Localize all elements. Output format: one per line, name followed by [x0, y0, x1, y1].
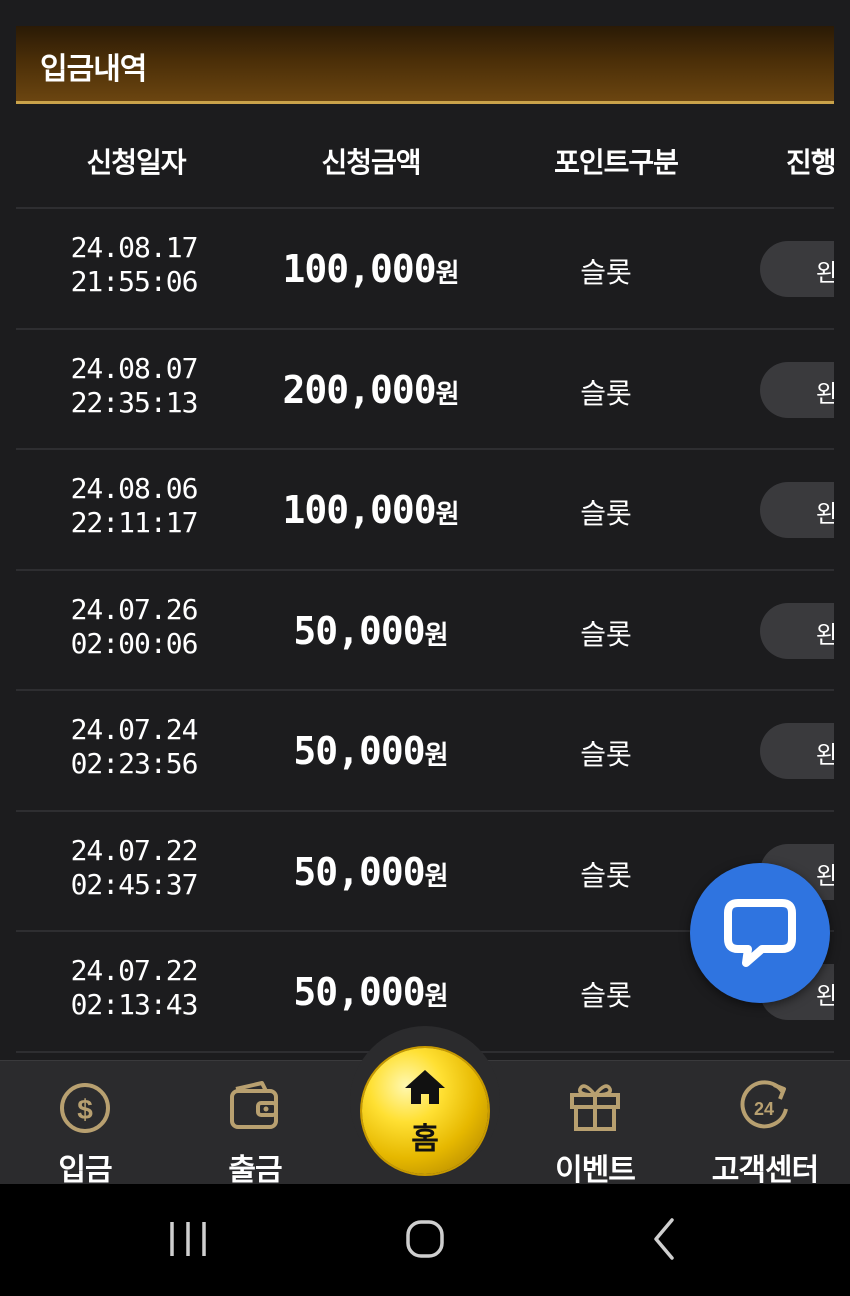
section-header: 입금내역	[16, 26, 834, 104]
request-amount: 50,000원	[293, 608, 449, 653]
point-type: 슬롯	[580, 738, 632, 771]
column-header-point-type: 포인트구분	[554, 146, 679, 179]
wallet-icon	[230, 1081, 278, 1129]
nav-event[interactable]: 이벤트	[510, 1061, 680, 1188]
status-badge: 완	[760, 361, 834, 418]
home-label: 홈	[411, 1122, 439, 1157]
point-type: 슬롯	[580, 497, 632, 530]
chat-button[interactable]	[690, 863, 830, 1003]
table-row[interactable]: 24.08.06 22:11:17 100,000원 슬롯 완	[16, 450, 834, 571]
request-date: 24.07.24 02:23:56	[70, 713, 199, 780]
section-title: 입금내역	[40, 52, 147, 87]
request-date: 24.07.22 02:45:37	[70, 833, 199, 901]
page: 입금내역 신청일자 신청금액 포인트구분 진행 24.08.17 21:55:06…	[0, 0, 850, 1296]
request-date: 24.08.17 21:55:06	[70, 231, 199, 298]
home-circle-icon[interactable]	[395, 1184, 455, 1296]
nav-event-label: 이벤트	[555, 1153, 636, 1188]
home-button[interactable]: 홈	[362, 1048, 488, 1174]
back-chevron-icon[interactable]	[636, 1184, 696, 1296]
request-date: 24.08.06 22:11:17	[70, 472, 199, 539]
nav-deposit-label: 입금	[58, 1153, 112, 1188]
point-type: 슬롯	[580, 376, 632, 410]
request-amount: 100,000원	[282, 247, 460, 291]
svg-text:$: $	[77, 1094, 93, 1125]
house-icon	[405, 1070, 445, 1104]
table-row[interactable]: 24.07.24 02:23:56 50,000원 슬롯 완	[16, 691, 834, 812]
point-type: 슬롯	[580, 858, 632, 892]
nav-withdraw-label: 출금	[228, 1153, 282, 1188]
dollar-coin-icon: $	[60, 1083, 110, 1133]
gift-icon	[570, 1084, 620, 1131]
point-type: 슬롯	[580, 256, 632, 289]
recents-icon[interactable]	[160, 1184, 220, 1296]
request-date: 24.07.26 02:00:06	[70, 592, 199, 660]
nav-deposit[interactable]: $ 입금	[0, 1061, 170, 1188]
request-amount: 50,000원	[293, 729, 449, 773]
point-type: 슬롯	[580, 979, 632, 1012]
request-amount: 200,000원	[282, 367, 460, 412]
chat-bubble-icon	[724, 899, 796, 967]
system-navigation-bar	[0, 1184, 850, 1296]
table-row[interactable]: 24.08.17 21:55:06 100,000원 슬롯 완	[16, 209, 834, 330]
point-type: 슬롯	[580, 617, 632, 651]
24h-support-icon: 24	[740, 1080, 788, 1129]
svg-text:24: 24	[754, 1099, 774, 1119]
nav-support-label: 고객센터	[711, 1153, 819, 1188]
request-amount: 100,000원	[282, 488, 460, 532]
column-header-date: 신청일자	[86, 146, 186, 179]
table-header: 신청일자 신청금액 포인트구분 진행	[16, 107, 834, 209]
nav-support[interactable]: 24 고객센터	[680, 1061, 850, 1188]
nav-withdraw[interactable]: 출금	[170, 1061, 340, 1188]
table-row[interactable]: 24.07.26 02:00:06 50,000원 슬롯 완	[16, 571, 834, 691]
table-row[interactable]: 24.08.07 22:35:13 200,000원 슬롯 완	[16, 330, 834, 450]
request-date: 24.07.22 02:13:43	[70, 954, 199, 1021]
status-badge: 완	[760, 482, 834, 538]
column-header-status: 진행	[786, 146, 834, 179]
status-badge: 완	[760, 723, 834, 779]
request-amount: 50,000원	[293, 849, 449, 894]
status-badge: 완	[760, 602, 834, 659]
status-badge: 완	[760, 241, 834, 297]
request-amount: 50,000원	[293, 970, 449, 1014]
column-header-amount: 신청금액	[321, 146, 421, 179]
request-date: 24.08.07 22:35:13	[70, 351, 199, 419]
